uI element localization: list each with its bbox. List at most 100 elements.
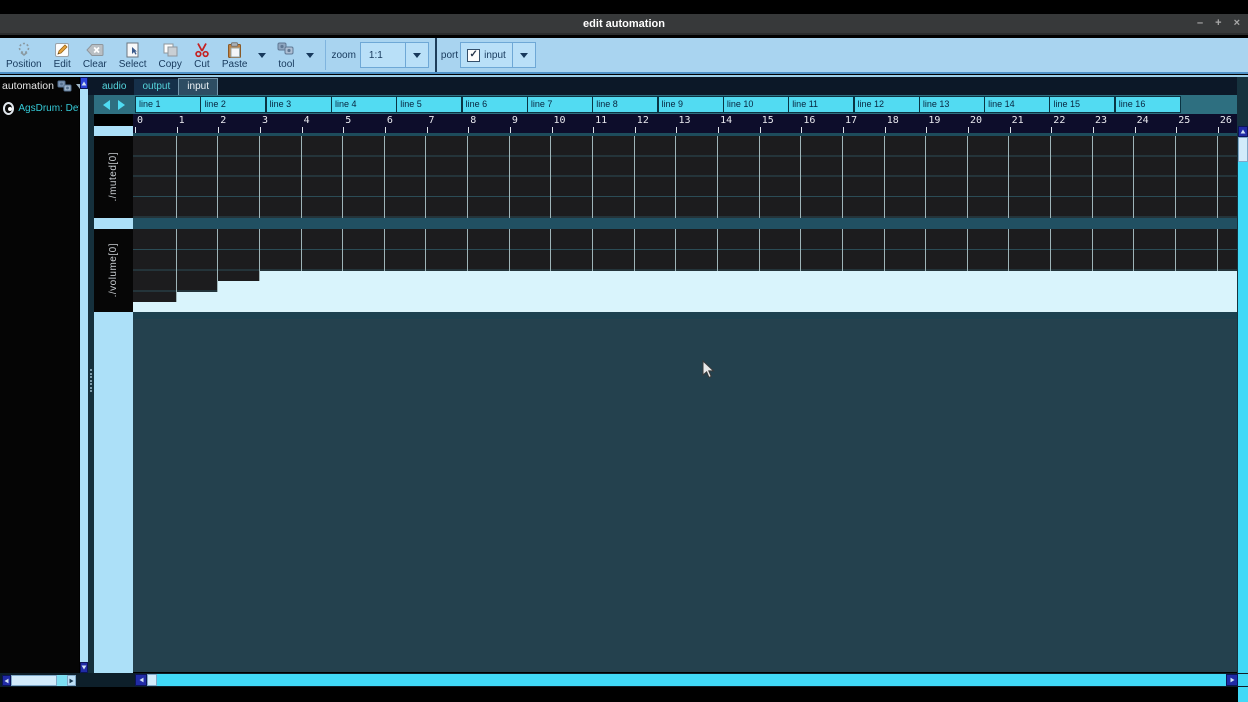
tab-output[interactable]: output (134, 79, 178, 95)
automation-cell[interactable] (885, 136, 927, 218)
editor-horizontal-scroll-thumb[interactable] (147, 674, 157, 686)
scroll-left-arrow-icon[interactable] (103, 100, 110, 110)
tool-button[interactable]: tool (271, 38, 301, 72)
line-header[interactable]: line 14 (984, 96, 1050, 113)
automation-cell[interactable] (926, 136, 968, 218)
line-header[interactable]: line 13 (919, 96, 985, 113)
sidebar-horizontal-scrollbar[interactable] (2, 675, 76, 686)
maximize-button[interactable]: + (1215, 14, 1221, 33)
paste-menu-arrow-icon[interactable] (258, 53, 266, 58)
automation-track[interactable] (133, 229, 1237, 312)
zoom-combobox[interactable]: 1:1 (360, 42, 406, 68)
automation-cell[interactable] (968, 229, 1010, 271)
automation-cell[interactable] (133, 229, 177, 302)
automation-cell[interactable] (260, 136, 302, 218)
automation-cell[interactable] (593, 136, 635, 218)
titlebar[interactable]: edit automation – + × (0, 14, 1248, 35)
automation-cell[interactable] (133, 136, 177, 218)
close-button[interactable]: × (1234, 14, 1240, 33)
automation-cell[interactable] (760, 136, 802, 218)
automation-cell[interactable] (426, 229, 468, 271)
automation-cell[interactable] (1009, 229, 1051, 271)
automation-cell[interactable] (343, 136, 385, 218)
editor-vertical-scrollbar[interactable] (1238, 126, 1248, 702)
automation-cell[interactable] (635, 229, 677, 271)
automation-cell[interactable] (302, 136, 344, 218)
machine-radio-icon[interactable] (3, 102, 14, 115)
line-header[interactable]: line 2 (200, 96, 266, 113)
sidebar-horizontal-scroll-thumb[interactable] (11, 675, 57, 686)
tool-menu-arrow-icon[interactable] (306, 53, 314, 58)
automation-cell[interactable] (218, 229, 260, 281)
automation-cell[interactable] (635, 136, 677, 218)
position-button[interactable]: Position (0, 38, 48, 72)
automation-cell[interactable] (1009, 136, 1051, 218)
automation-cell[interactable] (885, 229, 927, 271)
automation-cell[interactable] (676, 136, 718, 218)
clear-button[interactable]: Clear (77, 38, 113, 72)
automation-cell[interactable] (1051, 229, 1093, 271)
minimize-button[interactable]: – (1197, 14, 1203, 33)
editor-scroll-right-button[interactable] (1226, 674, 1238, 686)
port-combobox[interactable]: ✓ input (460, 42, 513, 68)
line-header[interactable]: line 15 (1049, 96, 1115, 113)
copy-button[interactable]: Copy (153, 38, 188, 72)
line-header[interactable]: line 6 (462, 96, 528, 113)
line-header[interactable]: line 7 (527, 96, 593, 113)
line-header[interactable]: line 1 (135, 96, 201, 113)
automation-cell[interactable] (426, 136, 468, 218)
tab-input[interactable]: input (178, 78, 218, 95)
sidebar-scroll-left-button[interactable] (2, 675, 11, 686)
automation-cell[interactable] (468, 229, 510, 271)
line-header[interactable]: line 5 (396, 96, 462, 113)
automation-cell[interactable] (260, 229, 302, 271)
automation-cell[interactable] (843, 136, 885, 218)
automation-cell[interactable] (1051, 136, 1093, 218)
automation-cell[interactable] (843, 229, 885, 271)
automation-cell[interactable] (1176, 229, 1218, 271)
automation-cell[interactable] (385, 136, 427, 218)
automation-cell[interactable] (218, 136, 260, 218)
automation-track[interactable] (133, 136, 1237, 218)
editor-scroll-up-button[interactable] (1238, 126, 1248, 137)
automation-cell[interactable] (1218, 136, 1237, 218)
automation-cell[interactable] (510, 136, 552, 218)
automation-cell[interactable] (468, 136, 510, 218)
automation-cell[interactable] (302, 229, 344, 271)
sidebar-scroll-up-button[interactable] (80, 77, 88, 89)
editor-scroll-left-button[interactable] (135, 674, 147, 686)
automation-cell[interactable] (1218, 229, 1237, 271)
automation-cell[interactable] (177, 136, 219, 218)
line-header[interactable]: line 3 (266, 96, 332, 113)
automation-cell[interactable] (968, 136, 1010, 218)
editor-vertical-scroll-thumb[interactable] (1238, 137, 1248, 162)
scroll-right-arrow-icon[interactable] (118, 100, 125, 110)
sidebar-scroll-down-button[interactable] (80, 662, 88, 673)
automation-cell[interactable] (718, 229, 760, 271)
automation-cell[interactable] (718, 136, 760, 218)
line-header[interactable]: line 10 (723, 96, 789, 113)
automation-cell[interactable] (551, 136, 593, 218)
port-combobox-arrow[interactable] (513, 42, 536, 68)
line-header[interactable]: line 4 (331, 96, 397, 113)
automation-cell[interactable] (760, 229, 802, 271)
sidebar-vertical-scrollbar[interactable] (80, 77, 88, 673)
zoom-combobox-arrow[interactable] (406, 42, 429, 68)
automation-cell[interactable] (343, 229, 385, 271)
automation-cell[interactable] (385, 229, 427, 271)
automation-cell[interactable] (801, 229, 843, 271)
paste-button[interactable]: Paste (216, 38, 254, 72)
cut-button[interactable]: Cut (188, 38, 216, 72)
automation-cell[interactable] (801, 136, 843, 218)
tab-audio[interactable]: audio (94, 79, 134, 95)
line-header[interactable]: line 11 (788, 96, 854, 113)
automation-cell[interactable] (1134, 229, 1176, 271)
sidebar-scroll-right-button[interactable] (67, 675, 76, 686)
line-header[interactable]: line 16 (1115, 96, 1181, 113)
automation-cell[interactable] (510, 229, 552, 271)
port-input-checkbox[interactable]: ✓ (467, 49, 480, 62)
select-button[interactable]: Select (113, 38, 153, 72)
automation-cell[interactable] (926, 229, 968, 271)
automation-cell[interactable] (177, 229, 219, 292)
editor-horizontal-scrollbar[interactable] (135, 674, 1248, 686)
